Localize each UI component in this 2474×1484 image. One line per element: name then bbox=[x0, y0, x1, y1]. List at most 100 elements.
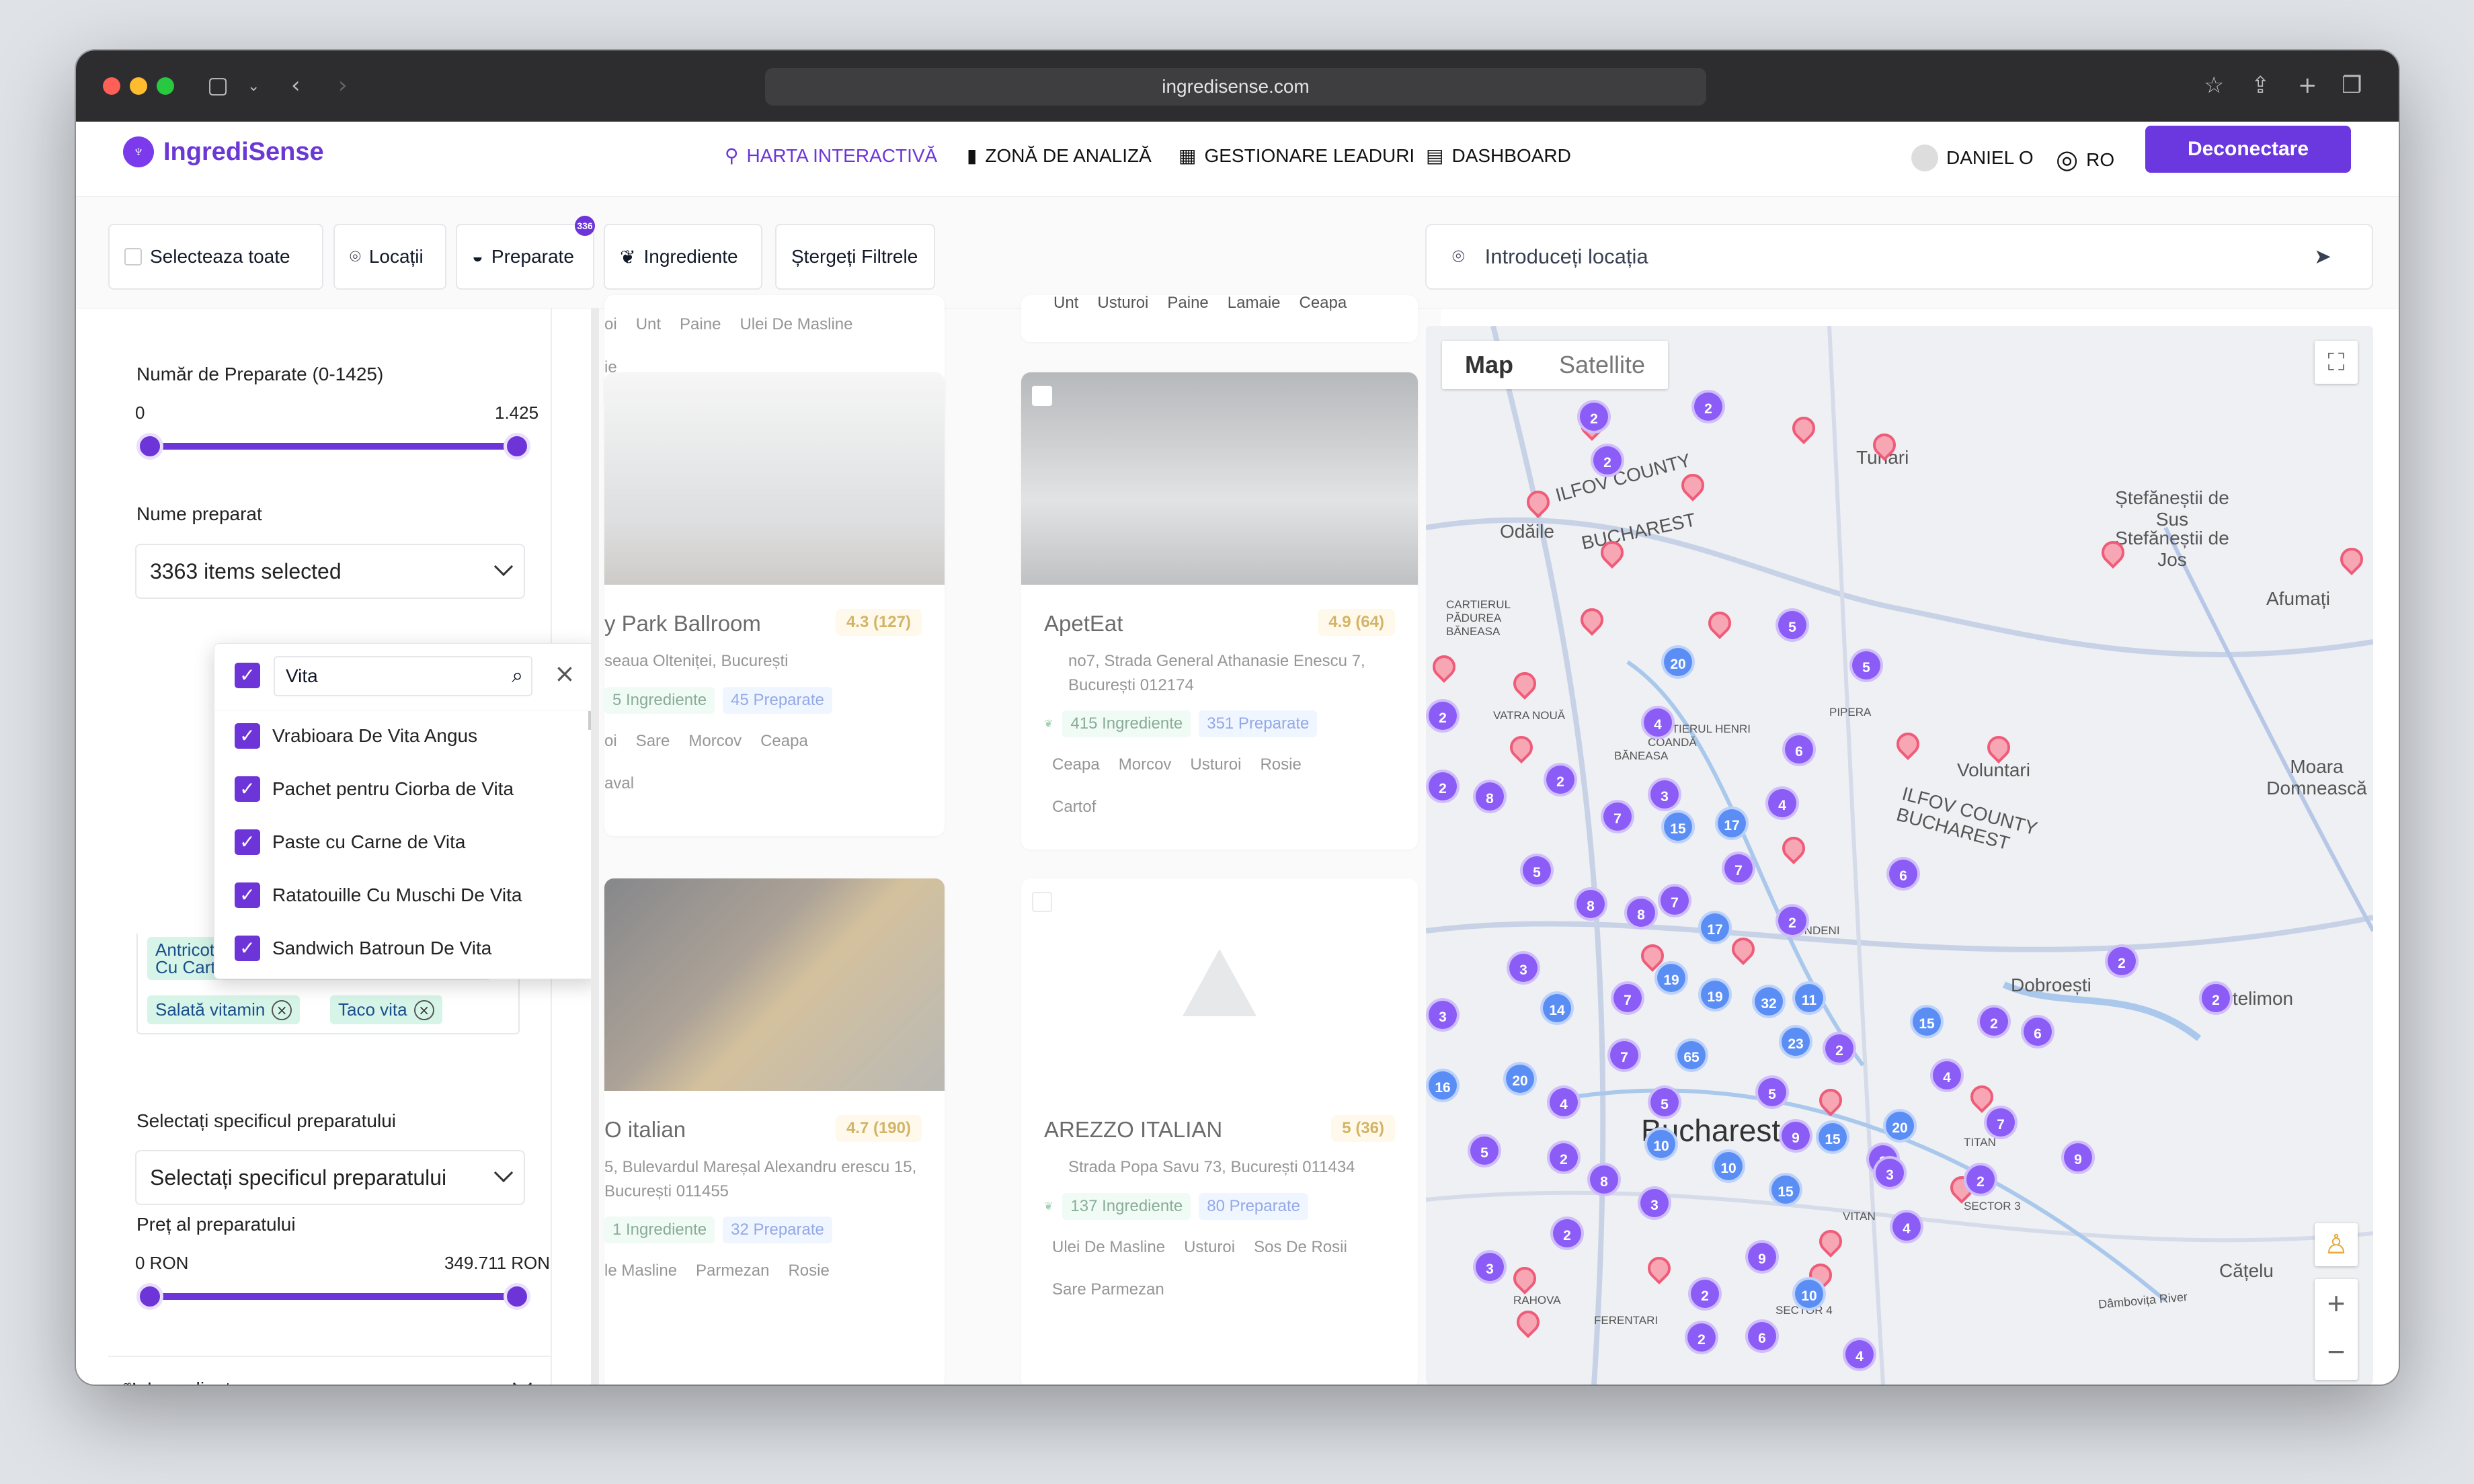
map-cluster[interactable]: 4 bbox=[1547, 1085, 1581, 1119]
map-cluster[interactable]: 3 bbox=[1873, 1156, 1907, 1190]
map-cluster[interactable]: 2 bbox=[1688, 1277, 1722, 1311]
map-cluster[interactable]: 7 bbox=[1607, 1038, 1641, 1072]
map-cluster[interactable]: 17 bbox=[1698, 911, 1732, 944]
map-cluster[interactable]: 10 bbox=[1644, 1127, 1678, 1161]
remove-chip-icon[interactable]: × bbox=[413, 999, 434, 1020]
map-cluster[interactable]: 9 bbox=[2061, 1141, 2095, 1174]
map-cluster[interactable]: 7 bbox=[1611, 981, 1644, 1015]
zoom-out-icon[interactable]: − bbox=[2315, 1327, 2358, 1376]
dish-option[interactable]: ✓ Vrabioara De Vita Angus bbox=[235, 723, 477, 749]
map-cluster[interactable]: 5 bbox=[1755, 1075, 1789, 1109]
dish-count-slider[interactable] bbox=[149, 443, 518, 450]
map-cluster[interactable]: 6 bbox=[1745, 1319, 1779, 1353]
map-cluster[interactable]: 65 bbox=[1675, 1038, 1708, 1072]
sidebar-toggle-icon[interactable]: ▢ bbox=[207, 74, 229, 97]
map-cluster[interactable]: 5 bbox=[1648, 1085, 1681, 1119]
map-cluster[interactable]: 3 bbox=[1473, 1250, 1507, 1284]
forward-icon[interactable]: › bbox=[338, 74, 348, 97]
map-cluster[interactable]: 2 bbox=[1544, 763, 1577, 796]
map-cluster[interactable]: 3 bbox=[1638, 1186, 1671, 1220]
map-cluster[interactable]: 7 bbox=[1984, 1106, 2018, 1139]
price-slider[interactable] bbox=[149, 1293, 518, 1300]
price-min-handle[interactable] bbox=[136, 1283, 163, 1310]
map-cluster[interactable]: 2 bbox=[1977, 1005, 2011, 1038]
tabs-overview-icon[interactable]: ❐ bbox=[2342, 74, 2362, 97]
map-cluster[interactable]: 5 bbox=[1468, 1134, 1501, 1167]
nav-gestionare-leaduri[interactable]: ▦ GESTIONARE LEADURI bbox=[1179, 145, 1414, 167]
map-cluster[interactable]: 2 bbox=[2105, 944, 2139, 978]
map-cluster[interactable]: 2 bbox=[2199, 981, 2233, 1015]
map-cluster[interactable]: 3 bbox=[1426, 998, 1460, 1032]
map-cluster[interactable]: 5 bbox=[1520, 854, 1554, 887]
map-cluster[interactable]: 2 bbox=[1426, 770, 1460, 803]
minimize-window-button[interactable] bbox=[130, 77, 147, 95]
dish-name-select[interactable]: 3363 items selected bbox=[135, 544, 525, 599]
map-cluster[interactable]: 2 bbox=[1691, 390, 1725, 423]
map-cluster[interactable]: 2 bbox=[1550, 1217, 1584, 1250]
language-selector[interactable]: ◎ RO bbox=[2056, 145, 2114, 175]
ingredients-filter-button[interactable]: ❦ Ingrediente bbox=[604, 224, 762, 290]
nav-dashboard[interactable]: ▤ DASHBOARD bbox=[1426, 145, 1571, 167]
logout-button[interactable]: Deconectare bbox=[2145, 126, 2351, 173]
maximize-window-button[interactable] bbox=[157, 77, 174, 95]
map-cluster[interactable]: 6 bbox=[2021, 1015, 2054, 1048]
map-cluster[interactable]: 11 bbox=[1792, 981, 1826, 1015]
chevron-down-icon[interactable] bbox=[512, 1374, 532, 1385]
map-cluster[interactable]: 16 bbox=[1426, 1069, 1460, 1102]
dish-option[interactable]: ✓ Paste cu Carne de Vita bbox=[235, 829, 465, 855]
zoom-in-icon[interactable]: + bbox=[2315, 1279, 2358, 1327]
map-cluster[interactable]: 23 bbox=[1779, 1025, 1812, 1059]
close-window-button[interactable] bbox=[103, 77, 120, 95]
map-cluster[interactable]: 2 bbox=[1775, 904, 1809, 938]
map-cluster[interactable]: 9 bbox=[1745, 1240, 1779, 1274]
map-cluster[interactable]: 8 bbox=[1574, 887, 1607, 921]
clear-filters-button[interactable]: Ștergeți Filtrele bbox=[775, 224, 935, 290]
price-max-handle[interactable] bbox=[504, 1283, 530, 1310]
select-all-checkbox[interactable]: ✓ bbox=[235, 663, 260, 688]
map-cluster[interactable]: 5 bbox=[1775, 608, 1809, 642]
dish-option[interactable]: ✓ Sandwich Batroun De Vita bbox=[235, 936, 491, 961]
send-location-icon[interactable]: ➤ bbox=[2314, 245, 2331, 269]
chevron-down-icon[interactable]: ⌄ bbox=[247, 75, 260, 98]
dish-count-max-handle[interactable] bbox=[504, 433, 530, 460]
map-cluster[interactable]: 5 bbox=[1849, 649, 1883, 682]
map-cluster[interactable]: 4 bbox=[1641, 706, 1675, 739]
map-cluster[interactable]: 4 bbox=[1890, 1210, 1923, 1243]
map-cluster[interactable]: 6 bbox=[1782, 733, 1816, 766]
map-cluster[interactable]: 10 bbox=[1792, 1277, 1826, 1311]
dish-search-input[interactable]: Vita ⌕ bbox=[274, 656, 532, 696]
nav-harta-interactiva[interactable]: ⚲ HARTA INTERACTIVĂ bbox=[725, 145, 937, 167]
location-search-input[interactable]: ⌾ Introduceți locația ➤ bbox=[1425, 224, 2373, 290]
remove-chip-icon[interactable]: × bbox=[272, 999, 292, 1020]
new-tab-icon[interactable]: + bbox=[2298, 74, 2317, 97]
map-cluster[interactable]: 20 bbox=[1661, 645, 1695, 679]
map-cluster[interactable]: 15 bbox=[1769, 1173, 1802, 1206]
map-cluster[interactable]: 19 bbox=[1698, 978, 1732, 1012]
ingredients-section-toggle[interactable]: ❦ Ingrediente bbox=[122, 1378, 241, 1385]
map-cluster[interactable]: 8 bbox=[1587, 1163, 1621, 1196]
map-cluster[interactable]: 3 bbox=[1648, 778, 1681, 811]
locations-filter-button[interactable]: ⌾ Locații bbox=[333, 224, 446, 290]
map-cluster[interactable]: 20 bbox=[1883, 1109, 1917, 1143]
map-cluster[interactable]: 6 bbox=[1886, 857, 1920, 891]
dish-spec-select[interactable]: Selectați specificul preparatului bbox=[135, 1150, 525, 1205]
select-all-button[interactable]: Selecteaza toate bbox=[108, 224, 323, 290]
share-icon[interactable]: ⇪ bbox=[2251, 74, 2270, 97]
fullscreen-icon[interactable]: ⛶ bbox=[2315, 341, 2358, 384]
map-cluster[interactable]: 7 bbox=[1658, 884, 1691, 917]
satellite-tab[interactable]: Satellite bbox=[1536, 341, 1668, 389]
dish-count-min-handle[interactable] bbox=[136, 433, 163, 460]
map-cluster[interactable]: 7 bbox=[1722, 852, 1755, 885]
map-cluster[interactable]: 2 bbox=[1685, 1321, 1718, 1354]
map-cluster[interactable]: 4 bbox=[1843, 1337, 1876, 1371]
bookmark-star-icon[interactable]: ☆ bbox=[2204, 74, 2224, 97]
dishes-filter-button[interactable]: ◒ Preparate bbox=[456, 224, 594, 290]
street-view-icon[interactable]: ♙ bbox=[2315, 1223, 2358, 1266]
map-cluster[interactable]: 4 bbox=[1765, 786, 1799, 820]
map-cluster[interactable]: 10 bbox=[1712, 1149, 1745, 1183]
interactive-map[interactable]: Map Satellite ⛶ ♙ + − Odăile ILFOV COUNTY … bbox=[1426, 326, 2373, 1385]
map-cluster[interactable]: 19 bbox=[1654, 961, 1688, 995]
map-cluster[interactable]: 2 bbox=[1547, 1141, 1581, 1174]
map-cluster[interactable]: 2 bbox=[1964, 1163, 1997, 1196]
map-cluster[interactable]: 15 bbox=[1910, 1005, 1944, 1038]
